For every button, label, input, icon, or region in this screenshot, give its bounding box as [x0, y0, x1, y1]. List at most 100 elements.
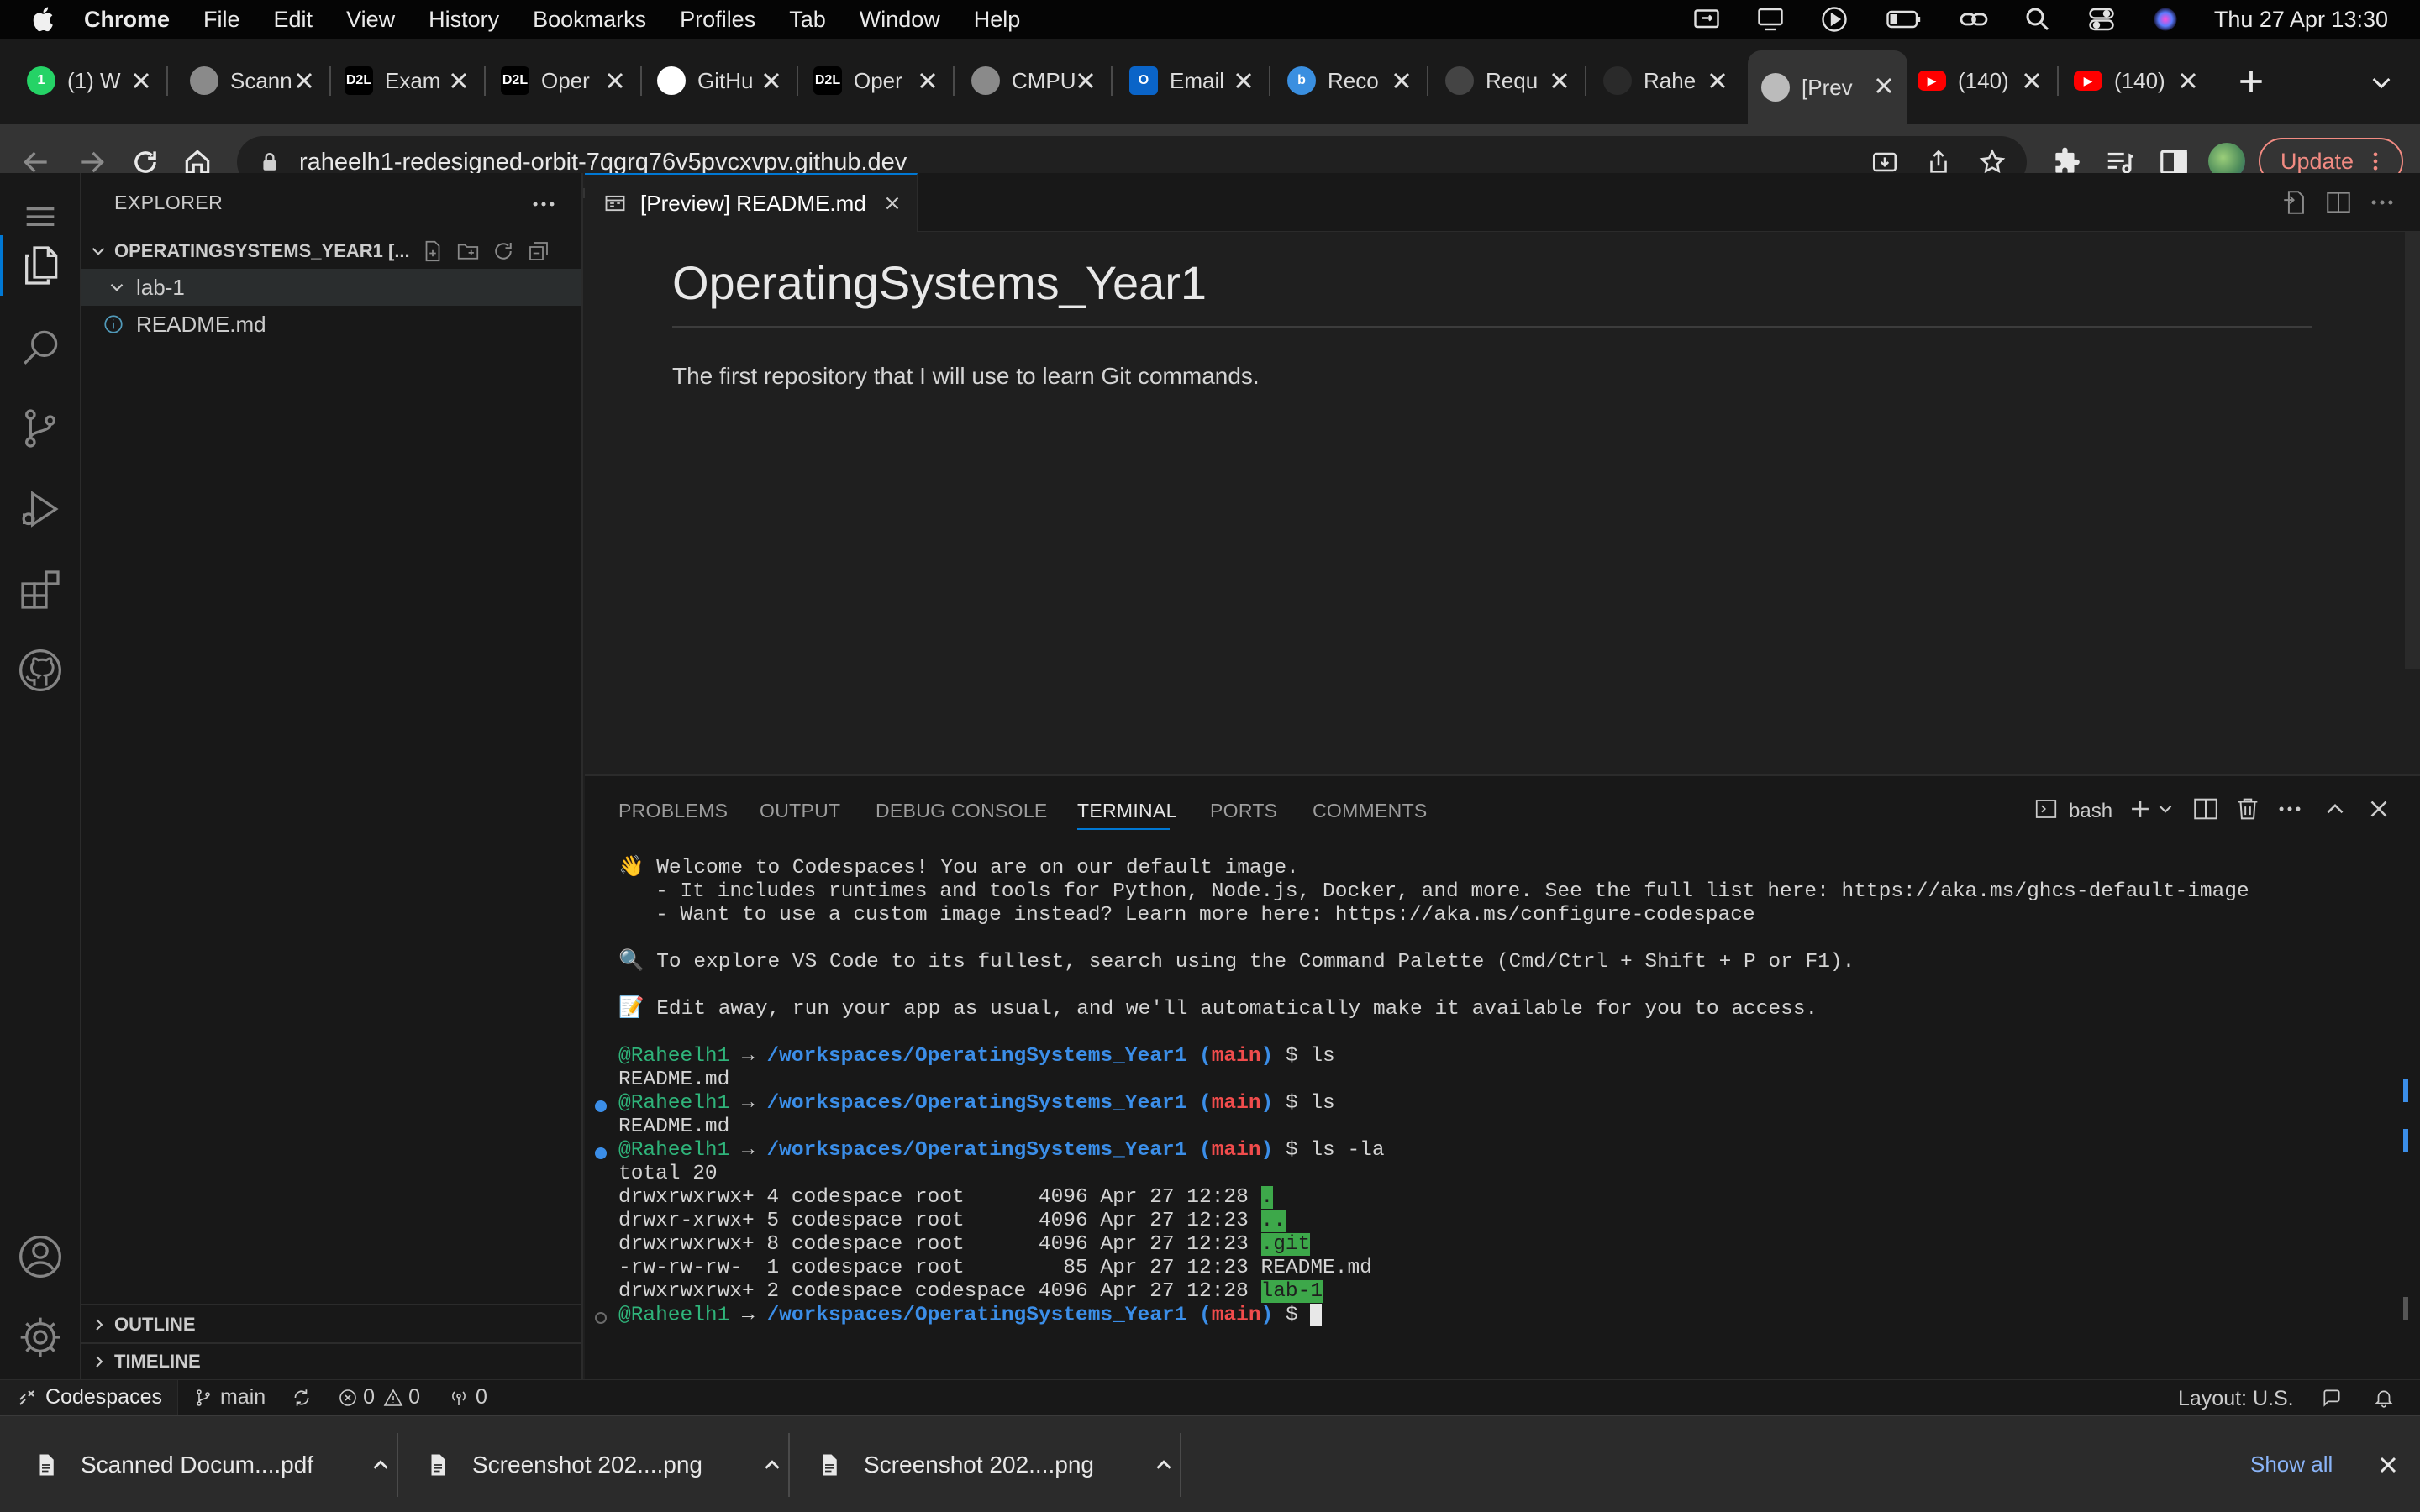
- browser-tab[interactable]: D2L Oper: [800, 52, 951, 109]
- source-control-icon[interactable]: [17, 405, 64, 452]
- settings-gear-icon[interactable]: [17, 1314, 64, 1361]
- chevron-down-icon[interactable]: [106, 276, 128, 298]
- apple-icon[interactable]: [30, 5, 59, 34]
- command-status-dot[interactable]: [595, 1147, 607, 1159]
- chevron-right-icon[interactable]: [89, 1315, 109, 1335]
- siri-icon[interactable]: [2150, 4, 2181, 34]
- problems-status[interactable]: 0 0: [338, 1385, 420, 1410]
- browser-tab[interactable]: D2L Oper: [487, 52, 639, 109]
- new-folder-icon[interactable]: [455, 239, 481, 264]
- close-tab-icon[interactable]: [128, 67, 155, 94]
- browser-tab[interactable]: O Email: [1116, 52, 1267, 109]
- panel-more-icon[interactable]: [2275, 795, 2304, 823]
- ports-status[interactable]: 0: [449, 1385, 487, 1410]
- refresh-icon[interactable]: [491, 239, 516, 264]
- browser-tab[interactable]: Scann: [176, 52, 328, 109]
- browser-tab[interactable]: GitHu: [644, 52, 795, 109]
- browser-tab[interactable]: ▶ (140): [2060, 52, 2212, 109]
- close-tab-icon[interactable]: [291, 67, 318, 94]
- close-tab-icon[interactable]: [881, 192, 903, 214]
- panel-tab-problems[interactable]: PROBLEMS: [618, 800, 728, 822]
- close-tab-icon[interactable]: [445, 67, 472, 94]
- maximize-panel-chevron-up-icon[interactable]: [2321, 795, 2349, 823]
- screen-sync-icon[interactable]: [1691, 4, 1722, 34]
- close-tab-icon[interactable]: [1870, 72, 1897, 99]
- menu-hamburger-icon[interactable]: [17, 193, 64, 240]
- browser-tab[interactable]: Requ: [1432, 52, 1583, 109]
- close-tab-icon[interactable]: [2018, 67, 2045, 94]
- browser-tab[interactable]: CMPU: [958, 52, 1109, 109]
- close-tab-icon[interactable]: [1388, 67, 1415, 94]
- split-editor-icon[interactable]: [2324, 188, 2353, 217]
- command-status-dot[interactable]: [595, 1100, 607, 1112]
- show-all-downloads-link[interactable]: Show all: [2250, 1452, 2333, 1478]
- tree-item-readme[interactable]: README.md: [81, 306, 581, 343]
- browser-tab[interactable]: D2L Exam: [331, 52, 482, 109]
- close-tab-icon[interactable]: [758, 67, 785, 94]
- menu-file[interactable]: File: [203, 7, 240, 33]
- close-downloads-icon[interactable]: [2375, 1452, 2402, 1478]
- browser-tab[interactable]: Rahe: [1590, 52, 1741, 109]
- install-app-icon[interactable]: [1870, 148, 1899, 176]
- browser-tab[interactable]: ▶ (140): [1904, 52, 2055, 109]
- menu-window[interactable]: Window: [860, 7, 940, 33]
- command-status-dot[interactable]: [595, 1312, 607, 1324]
- download-item-pdf[interactable]: Scanned Docum....pdf: [34, 1416, 393, 1512]
- close-panel-icon[interactable]: [2365, 795, 2393, 823]
- terminal-shell-label[interactable]: bash: [2069, 800, 2112, 823]
- collapse-all-icon[interactable]: [526, 239, 551, 264]
- close-tab-icon[interactable]: [1230, 67, 1257, 94]
- download-item-png-2[interactable]: Screenshot 202....png: [817, 1416, 1176, 1512]
- panel-tab-comments[interactable]: COMMENTS: [1313, 800, 1428, 822]
- new-file-icon[interactable]: [420, 239, 445, 264]
- extensions-icon[interactable]: [17, 566, 64, 613]
- share-icon[interactable]: [1924, 148, 1953, 176]
- chevron-up-icon[interactable]: [1151, 1452, 1176, 1478]
- editor-more-icon[interactable]: [2368, 188, 2396, 217]
- airplay-display-icon[interactable]: [1755, 4, 1786, 34]
- bookmark-star-icon[interactable]: [1978, 148, 2007, 176]
- close-tab-icon[interactable]: [1704, 67, 1731, 94]
- chevron-up-icon[interactable]: [760, 1452, 785, 1478]
- tab-search-chevron-icon[interactable]: [2368, 69, 2395, 96]
- menu-bookmarks[interactable]: Bookmarks: [533, 7, 646, 33]
- timeline-section[interactable]: TIMELINE: [81, 1344, 581, 1379]
- menu-edit[interactable]: Edit: [274, 7, 313, 33]
- spotlight-search-icon[interactable]: [2023, 4, 2053, 34]
- menubar-clock[interactable]: Thu 27 Apr 13:30: [2214, 7, 2388, 33]
- panel-tab-terminal[interactable]: TERMINAL: [1077, 800, 1177, 822]
- remote-indicator[interactable]: Codespaces: [0, 1379, 178, 1415]
- menu-view[interactable]: View: [346, 7, 395, 33]
- workspace-root-section[interactable]: OPERATINGSYSTEMS_YEAR1 [...: [81, 234, 581, 269]
- chevron-down-icon[interactable]: [87, 240, 109, 262]
- notifications-bell-icon[interactable]: [2373, 1387, 2395, 1409]
- menu-profiles[interactable]: Profiles: [680, 7, 755, 33]
- new-terminal-plus-icon[interactable]: [2126, 795, 2154, 823]
- menu-tab[interactable]: Tab: [789, 7, 826, 33]
- control-center-icon[interactable]: [2086, 4, 2117, 34]
- browser-tab[interactable]: 1 (1) W: [13, 52, 165, 109]
- terminal-dropdown-chevron-icon[interactable]: [2154, 798, 2176, 820]
- menu-history[interactable]: History: [429, 7, 499, 33]
- close-tab-icon[interactable]: [2175, 67, 2202, 94]
- editor-tab-preview-readme[interactable]: [Preview] README.md: [585, 173, 918, 232]
- close-tab-icon[interactable]: [1546, 67, 1573, 94]
- link-icon[interactable]: [1959, 4, 1989, 34]
- keyboard-layout[interactable]: Layout: U.S.: [2178, 1387, 2294, 1411]
- download-item-png-1[interactable]: Screenshot 202....png: [425, 1416, 785, 1512]
- panel-tab-debug-console[interactable]: DEBUG CONSOLE: [876, 800, 1048, 822]
- tree-item-lab-1[interactable]: lab-1: [81, 269, 581, 306]
- more-vertical-icon[interactable]: [2364, 150, 2387, 173]
- account-icon[interactable]: [17, 1233, 64, 1280]
- more-actions-icon[interactable]: [529, 190, 558, 218]
- editor-scrollbar[interactable]: [2405, 232, 2420, 669]
- chevron-up-icon[interactable]: [368, 1452, 393, 1478]
- feedback-icon[interactable]: [2321, 1387, 2343, 1409]
- panel-tab-output[interactable]: OUTPUT: [760, 800, 840, 822]
- play-status-icon[interactable]: [1819, 4, 1849, 34]
- github-icon[interactable]: [17, 647, 64, 694]
- search-icon[interactable]: [17, 324, 64, 371]
- kill-terminal-trash-icon[interactable]: [2233, 795, 2262, 823]
- close-tab-icon[interactable]: [602, 67, 629, 94]
- menu-help[interactable]: Help: [974, 7, 1021, 33]
